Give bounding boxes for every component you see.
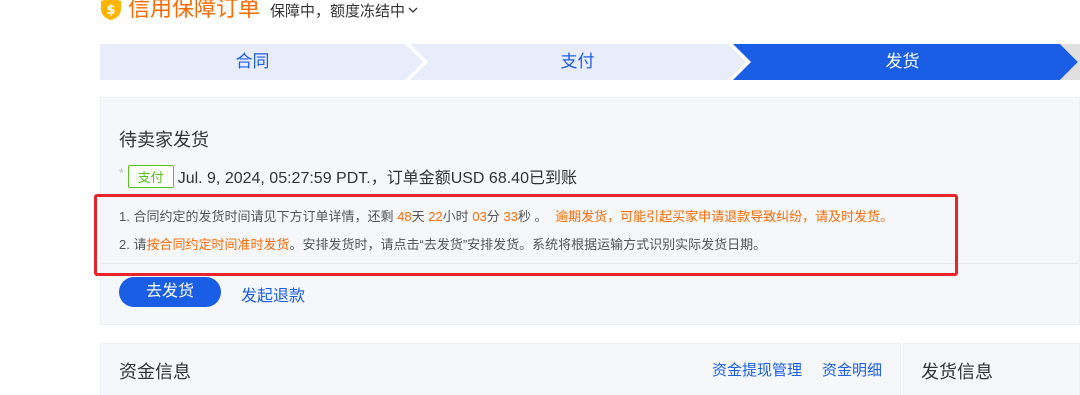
bullet: * xyxy=(119,166,124,180)
step-shipping: 发货 xyxy=(885,52,920,71)
withdraw-management-link[interactable]: 资金提现管理 xyxy=(712,359,802,380)
order-progress-steps: 合同 支付 发货 xyxy=(100,44,1080,80)
shipping-info-card: 发货信息 xyxy=(903,343,1080,395)
step-contract: 合同 xyxy=(235,52,270,71)
payment-text: Jul. 9, 2024, 05:27:59 PDT.，订单金额USD 68.4… xyxy=(177,170,577,187)
step-payment: 支付 xyxy=(560,52,595,71)
order-status-dropdown[interactable]: 保障中，额度冻结中 xyxy=(270,0,418,21)
svg-text:$: $ xyxy=(106,3,115,18)
fund-info-card: 资金信息 资金提现管理 资金明细 xyxy=(100,343,901,395)
payment-info: * 支付 Jul. 9, 2024, 05:27:59 PDT.，订单金额USD… xyxy=(119,164,577,188)
highlight-annotation xyxy=(94,194,958,276)
chevron-down-icon xyxy=(408,7,418,13)
ship-button[interactable]: 去发货 xyxy=(119,277,221,307)
page-header: $ 信用保障订单 保障中，额度冻结中 xyxy=(100,0,418,26)
refund-link[interactable]: 发起退款 xyxy=(241,282,305,306)
page-title: 信用保障订单 xyxy=(128,0,261,21)
payment-tag: 支付 xyxy=(127,164,174,188)
order-status-text: 保障中，额度冻结中 xyxy=(270,2,406,20)
shield-dollar-icon: $ xyxy=(101,0,121,20)
shipping-title: 发货信息 xyxy=(921,362,993,382)
panel-title: 待卖家发货 xyxy=(119,130,209,150)
fund-title: 资金信息 xyxy=(119,362,191,382)
fund-detail-link[interactable]: 资金明细 xyxy=(822,359,882,380)
